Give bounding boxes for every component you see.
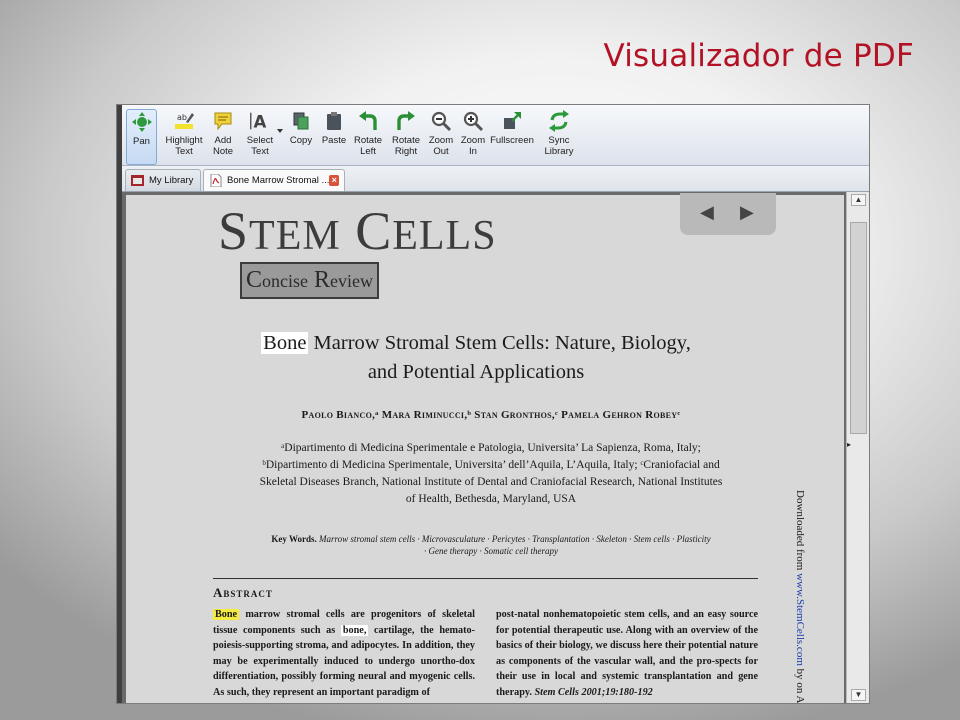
pdf-page: ◀ ▶ STEM CELLS Concise Review Bone Marro…: [126, 193, 844, 703]
paste-icon: [322, 109, 346, 133]
tab-label: Bone Marrow Stromal ...: [227, 175, 330, 186]
search-highlight: Bone: [261, 332, 309, 354]
chevron-down-icon: [277, 129, 283, 133]
article-affiliations: ᵃDipartimento di Medicina Sperimentale e…: [259, 442, 723, 505]
select-text-icon: A: [248, 109, 272, 133]
pdf-viewer-window: Pan ab Highlight Text Add Note A Select …: [117, 105, 869, 703]
page-nav: ◀ ▶: [680, 193, 776, 235]
zoom-out-button[interactable]: Zoom Out: [426, 109, 456, 163]
svg-text:ab: ab: [177, 113, 187, 122]
abstract-column-2: post-natal nonhematopoietic stem cells, …: [496, 609, 758, 698]
document-view[interactable]: ◀ ▶ STEM CELLS Concise Review Bone Marro…: [122, 192, 869, 703]
article-keywords: Key Words. Marrow stromal stem cells · M…: [271, 534, 711, 556]
prev-page-icon[interactable]: ◀: [700, 202, 714, 223]
pan-icon: [130, 110, 154, 134]
scrollbar-thumb[interactable]: [850, 222, 867, 434]
toolbar: Pan ab Highlight Text Add Note A Select …: [122, 105, 869, 166]
vertical-scrollbar[interactable]: ▲ ▼ ▸: [846, 192, 869, 703]
select-text-dropdown[interactable]: [275, 129, 285, 139]
zoom-in-icon: [461, 109, 485, 133]
journal-masthead: STEM CELLS: [218, 201, 497, 261]
article-authors: Paolo Bianco,ᵃ Mara Riminucci,ᵇ Stan Gro…: [301, 409, 681, 421]
library-icon: [131, 174, 144, 187]
tab-label: My Library: [149, 175, 194, 186]
rotate-left-icon: [356, 109, 380, 133]
tab-my-library[interactable]: My Library: [125, 169, 201, 191]
copy-icon: [289, 109, 313, 133]
tab-bar: My Library Bone Marrow Stromal ... ×: [122, 166, 869, 192]
rotate-right-icon: [394, 109, 418, 133]
highlight-text-button[interactable]: ab Highlight Text: [162, 109, 206, 163]
search-highlight: Bone: [213, 609, 240, 620]
note-icon: [211, 109, 235, 133]
article-title: Bone Marrow Stromal Stem Cells: Nature, …: [261, 332, 691, 383]
scroll-up-icon[interactable]: ▲: [851, 194, 866, 206]
add-note-button[interactable]: Add Note: [208, 109, 238, 163]
highlight-icon: ab: [172, 109, 196, 133]
select-text-button[interactable]: A Select Text: [241, 109, 279, 163]
pan-button[interactable]: Pan: [126, 109, 157, 165]
close-icon[interactable]: ×: [329, 175, 339, 186]
scroll-down-icon[interactable]: ▼: [851, 689, 866, 701]
svg-text:A: A: [254, 112, 267, 131]
section-label: Concise Review: [240, 262, 379, 299]
fullscreen-button[interactable]: Fullscreen: [489, 109, 535, 163]
abstract-heading: Abstract: [213, 585, 273, 600]
next-page-icon[interactable]: ▶: [740, 202, 754, 223]
pane-splitter-icon[interactable]: ▸: [847, 440, 851, 449]
fullscreen-icon: [500, 109, 524, 133]
copy-button[interactable]: Copy: [288, 109, 314, 163]
search-highlight: bone,: [340, 624, 369, 636]
divider: [213, 578, 758, 579]
zoom-out-icon: [429, 109, 453, 133]
abstract-column-1: Bone marrow stromal cells are progenitor…: [213, 609, 475, 698]
sync-icon: [547, 109, 571, 133]
rotate-left-button[interactable]: Rotate Left: [350, 109, 386, 163]
slide-title: Visualizador de PDF: [603, 38, 914, 74]
sync-library-button[interactable]: Sync Library: [540, 109, 578, 163]
pdf-icon: [209, 173, 222, 188]
zoom-in-button[interactable]: Zoom In: [459, 109, 487, 163]
paste-button[interactable]: Paste: [319, 109, 349, 163]
download-notice: Downloaded from www.StemCells.com by on …: [794, 490, 806, 703]
tab-bone-marrow[interactable]: Bone Marrow Stromal ... ×: [203, 169, 345, 191]
rotate-right-button[interactable]: Rotate Right: [388, 109, 424, 163]
website-link[interactable]: www.StemCells.com: [794, 573, 806, 666]
